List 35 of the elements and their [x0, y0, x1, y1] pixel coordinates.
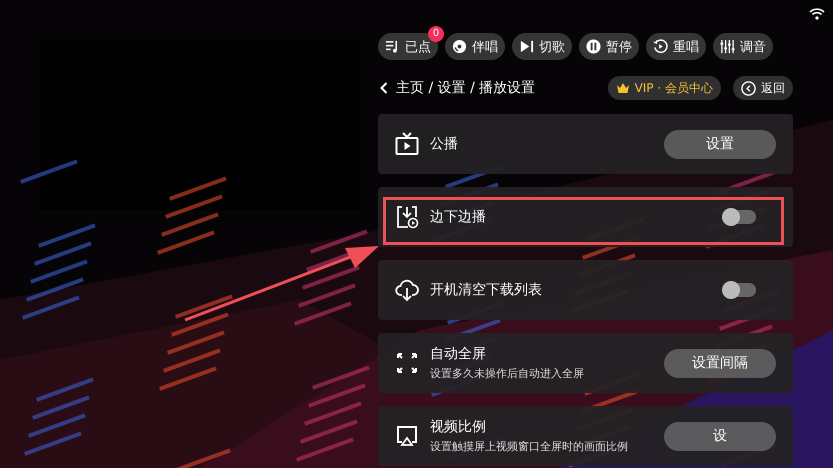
chevron-left-icon	[380, 82, 388, 94]
back-button[interactable]: 返回	[733, 76, 793, 100]
toolbar-button[interactable]: 重唱	[646, 33, 706, 60]
setting-description: 设置多久未操作后自动进入全屏	[430, 366, 585, 381]
setting-button[interactable]: 设	[664, 422, 776, 450]
vip-button[interactable]: VIP · 会员中心	[608, 76, 721, 100]
replay-icon	[653, 39, 668, 54]
skip-next-icon	[519, 39, 534, 54]
tv-play-icon	[395, 132, 419, 156]
setting-title: 边下边播	[430, 208, 487, 226]
download-play-icon	[395, 205, 419, 229]
setting-title: 公播	[430, 135, 459, 153]
toolbar-button[interactable]: 暂停	[579, 33, 639, 60]
toggle-switch[interactable]	[723, 210, 756, 224]
screen-cast-icon	[395, 424, 419, 448]
music-list-icon	[385, 39, 400, 54]
setting-button[interactable]: 设置间隔	[664, 348, 776, 378]
chevron-circle-icon	[741, 80, 756, 96]
toolbar-button[interactable]: 调音	[713, 33, 773, 60]
setting-description: 设置触摸屏上视频窗口全屏时的画面比例	[430, 439, 629, 454]
expand-icon	[395, 351, 419, 375]
setting-title: 自动全屏	[430, 345, 487, 363]
cloud-download-icon	[395, 278, 419, 302]
disc-icon	[452, 39, 467, 54]
wifi-icon	[809, 8, 825, 20]
sliders-icon	[720, 39, 735, 54]
toolbar-button[interactable]: 伴唱	[445, 33, 505, 60]
setting-title: 开机清空下载列表	[430, 281, 543, 299]
setting-button[interactable]: 设置	[664, 130, 776, 158]
pause-icon	[586, 39, 601, 54]
crown-icon	[616, 82, 630, 94]
setting-title: 视频比例	[430, 418, 487, 436]
toolbar-button[interactable]: 切歌	[512, 33, 572, 60]
toggle-switch[interactable]	[723, 283, 756, 297]
breadcrumb[interactable]: 主页 / 设置 / 播放设置	[378, 79, 536, 97]
